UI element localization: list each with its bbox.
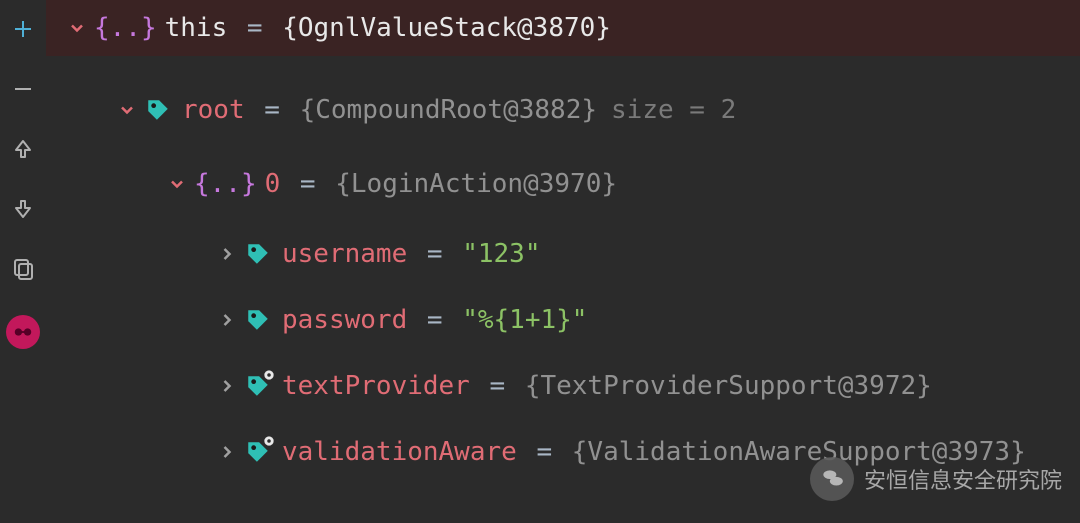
variable-row-this[interactable]: {..} this = {OgnlValueStack@3870}	[46, 0, 1080, 56]
variable-value: {TextProviderSupport@3972}	[525, 371, 932, 401]
chevron-right-icon[interactable]	[216, 243, 238, 265]
collection-size: size = 2	[611, 95, 736, 125]
remove-watch-button[interactable]	[9, 75, 37, 103]
glasses-icon	[12, 321, 34, 343]
variable-row-password[interactable]: password = "%{1+1}"	[46, 292, 1080, 348]
avatar[interactable]	[6, 315, 40, 349]
variable-row-textprovider[interactable]: textProvider = {TextProviderSupport@3972…	[46, 358, 1080, 414]
variable-row-username[interactable]: username = "123"	[46, 226, 1080, 282]
variable-name: password	[282, 305, 407, 335]
chevron-down-icon[interactable]	[166, 173, 188, 195]
field-tag-icon	[244, 240, 272, 268]
variable-name: 0	[265, 169, 281, 199]
watermark: 安恒信息安全研究院	[810, 457, 1062, 501]
copy-button[interactable]	[9, 255, 37, 283]
variable-row-index-0[interactable]: {..} 0 = {LoginAction@3970}	[46, 156, 1080, 212]
field-tag-gear-icon	[244, 372, 272, 400]
variable-value: {CompoundRoot@3882}	[300, 95, 597, 125]
add-watch-button[interactable]	[9, 15, 37, 43]
variable-value: "%{1+1}"	[462, 305, 587, 335]
variable-name: this	[165, 13, 228, 43]
gear-icon	[262, 368, 276, 382]
debugger-variables-pane: {..} this = {OgnlValueStack@3870} root =…	[0, 0, 1080, 523]
variables-tree: {..} this = {OgnlValueStack@3870} root =…	[46, 0, 1080, 523]
gear-icon	[262, 434, 276, 448]
variable-value: {LoginAction@3970}	[335, 169, 617, 199]
object-braces-icon: {..}	[194, 169, 257, 199]
variable-row-root[interactable]: root = {CompoundRoot@3882} size = 2	[46, 82, 1080, 138]
field-tag-icon	[244, 306, 272, 334]
variable-value: {OgnlValueStack@3870}	[282, 13, 611, 43]
variable-value: "123"	[462, 239, 540, 269]
chevron-down-icon[interactable]	[66, 17, 88, 39]
variable-name: username	[282, 239, 407, 269]
chevron-right-icon[interactable]	[216, 441, 238, 463]
copy-icon	[11, 257, 35, 281]
object-braces-icon: {..}	[94, 13, 157, 43]
variable-name: textProvider	[282, 371, 470, 401]
plus-icon	[11, 17, 35, 41]
field-tag-icon	[144, 96, 172, 124]
move-down-button[interactable]	[9, 195, 37, 223]
variable-name: validationAware	[282, 437, 517, 467]
variable-name: root	[182, 95, 245, 125]
watermark-text: 安恒信息安全研究院	[864, 463, 1062, 495]
minus-icon	[11, 77, 35, 101]
equals-sign: =	[231, 13, 278, 43]
debugger-gutter	[0, 0, 46, 523]
chevron-right-icon[interactable]	[216, 375, 238, 397]
chevron-down-icon[interactable]	[116, 99, 138, 121]
field-tag-gear-icon	[244, 438, 272, 466]
move-up-button[interactable]	[9, 135, 37, 163]
arrow-down-icon	[11, 197, 35, 221]
chevron-right-icon[interactable]	[216, 309, 238, 331]
arrow-up-icon	[11, 137, 35, 161]
wechat-icon	[810, 457, 854, 501]
